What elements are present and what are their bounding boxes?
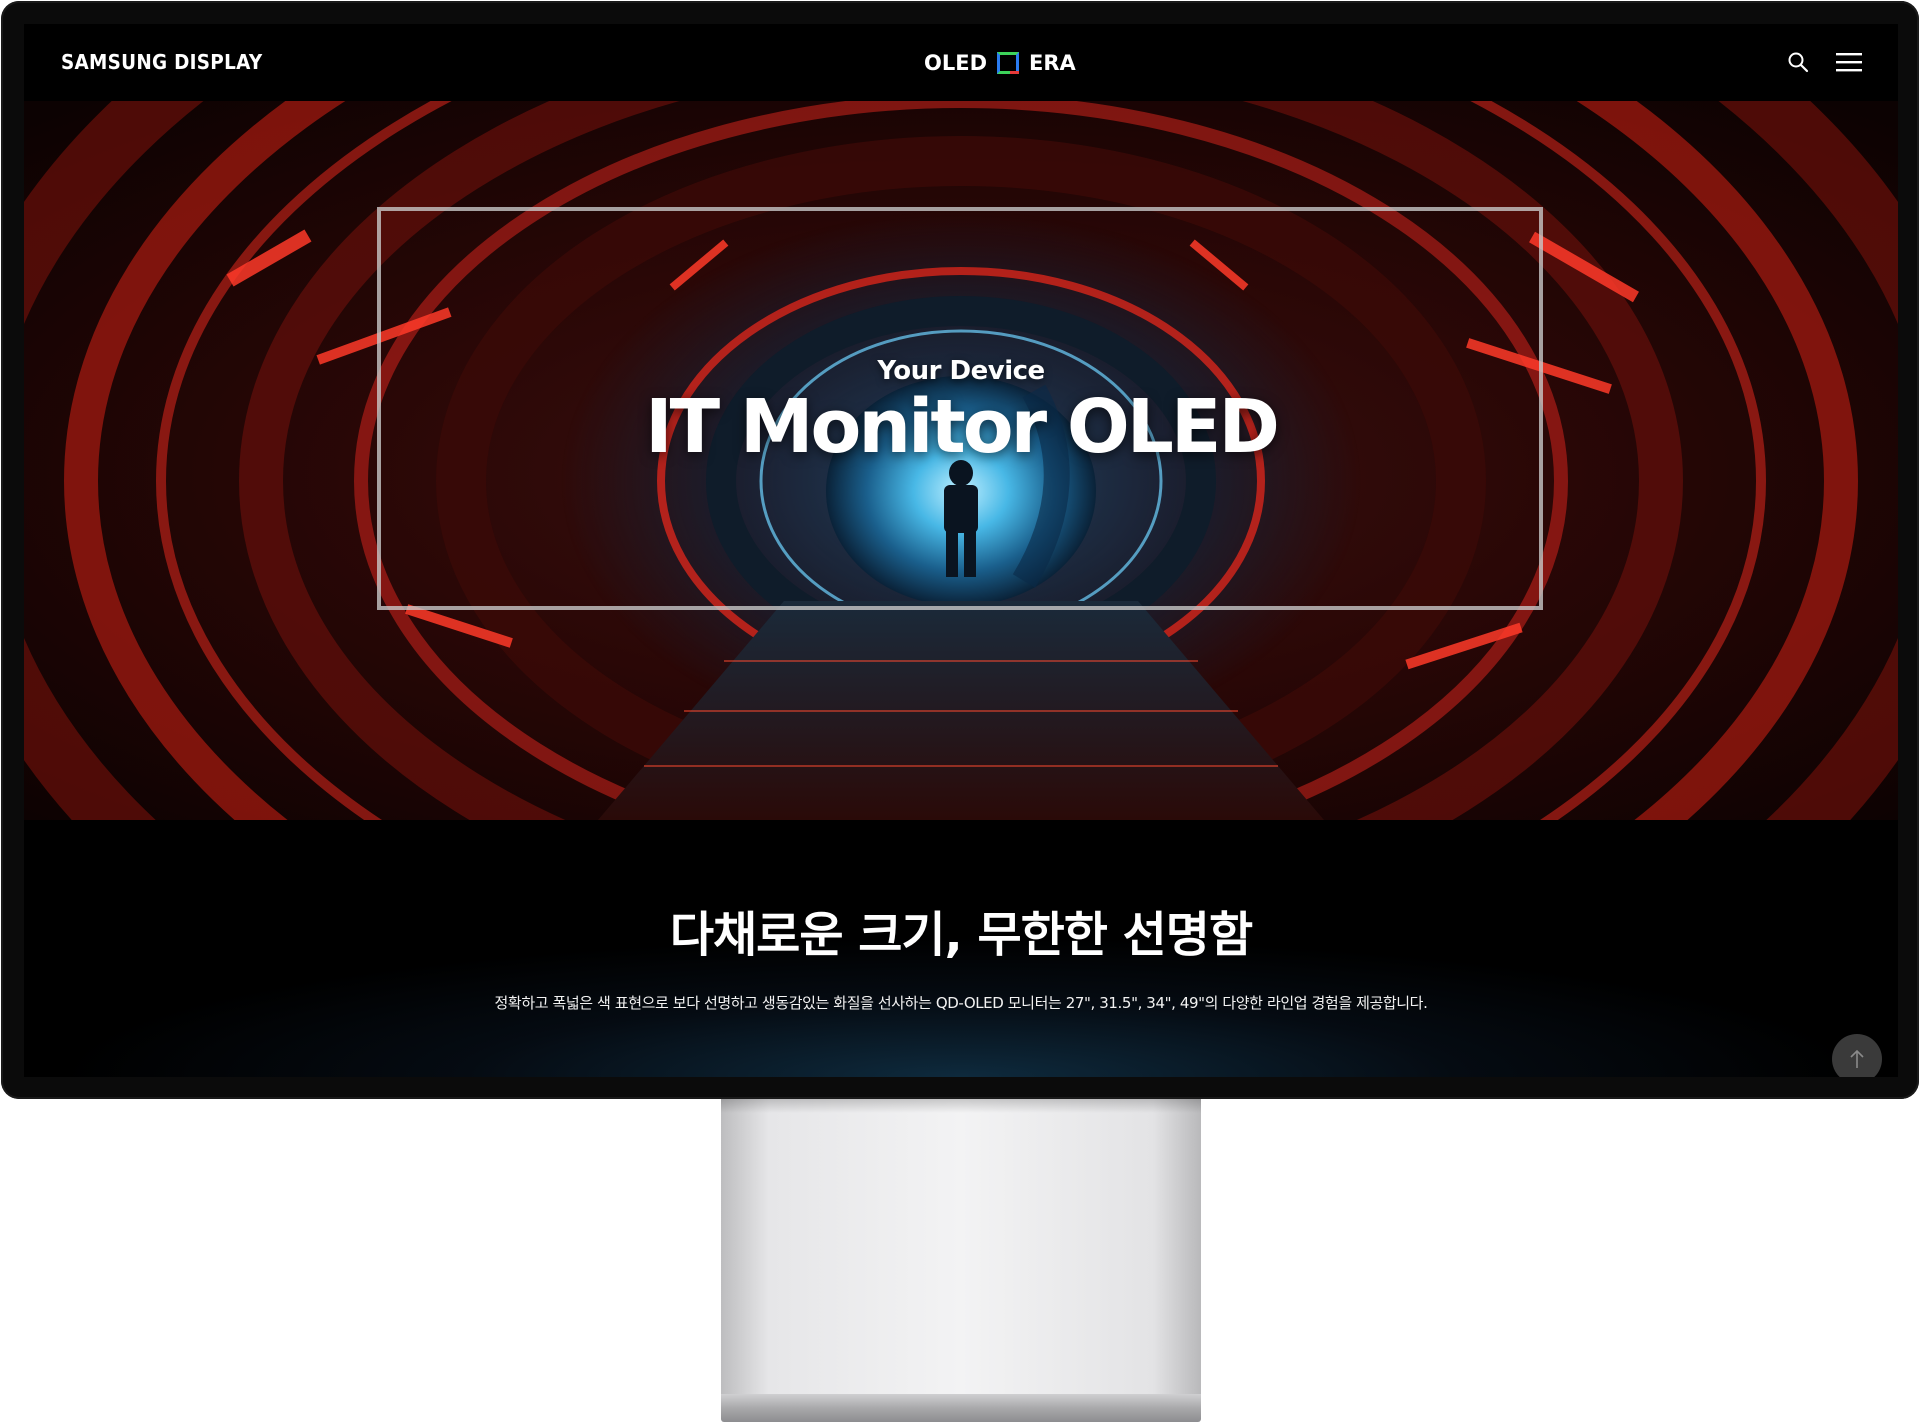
hero-eyebrow: Your Device [877, 356, 1045, 386]
arrow-up-icon [1850, 1049, 1864, 1068]
hero-title: IT Monitor OLED [645, 384, 1280, 470]
oled-era-logo[interactable]: OLED ERA [924, 46, 1076, 80]
stand-shadow [721, 1099, 1201, 1113]
info-section: 다채로운 크기, 무한한 선명함 정확하고 폭넓은 색 표현으로 보다 선명하고… [24, 820, 1898, 1077]
hamburger-menu-icon[interactable] [1835, 50, 1863, 74]
page: SAMSUNG DISPLAY OLED ERA Your Device IT … [0, 0, 1920, 1424]
monitor-stand-neck [721, 1099, 1201, 1394]
site-header: SAMSUNG DISPLAY OLED ERA [24, 24, 1898, 101]
section-heading: 다채로운 크기, 무한한 선명함 [669, 907, 1253, 963]
era-square-icon [997, 52, 1020, 74]
monitor-screen: SAMSUNG DISPLAY OLED ERA Your Device IT … [24, 24, 1898, 1077]
hero-banner: Your Device IT Monitor OLED [24, 101, 1898, 820]
logo-text-era: ERA [1029, 51, 1076, 75]
monitor-bezel: SAMSUNG DISPLAY OLED ERA Your Device IT … [1, 1, 1919, 1099]
search-icon[interactable] [1786, 50, 1810, 74]
section-description: 정확하고 폭넓은 색 표현으로 보다 선명하고 생동감있는 화질을 선사하는 Q… [494, 994, 1428, 1012]
scroll-top-button[interactable] [1832, 1034, 1882, 1077]
brand-logo[interactable]: SAMSUNG DISPLAY [61, 50, 262, 74]
logo-text-oled: OLED [924, 51, 988, 75]
monitor-stand-base [721, 1394, 1201, 1422]
